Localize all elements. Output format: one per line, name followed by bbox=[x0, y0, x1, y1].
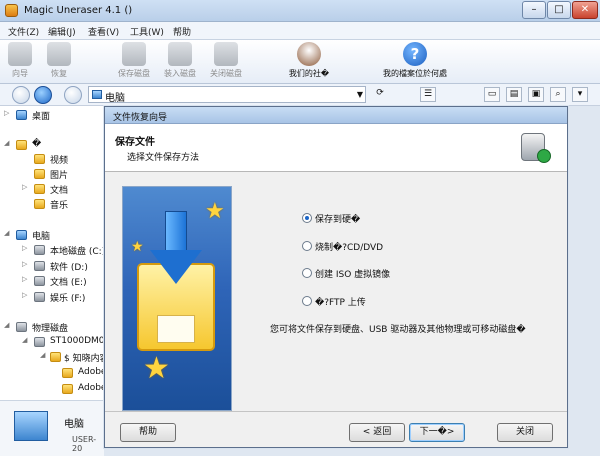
menu-view[interactable]: 查看(V) bbox=[88, 25, 119, 38]
drive-icon bbox=[34, 292, 45, 302]
folder-icon bbox=[62, 384, 73, 394]
window-titlebar: Magic Uneraser 4.1 () – □ ✕ bbox=[0, 0, 600, 22]
header-subtitle: 选择文件保存方法 bbox=[127, 153, 200, 163]
radio-burn-cd[interactable] bbox=[302, 241, 312, 251]
drive-icon bbox=[34, 261, 45, 271]
folder-icon bbox=[50, 352, 61, 362]
star-icon: ★ bbox=[205, 199, 225, 224]
header-title: 保存文件 bbox=[115, 137, 155, 148]
details-subtitle: USER-20 bbox=[72, 435, 97, 453]
recover-tool[interactable]: 恢复 bbox=[45, 42, 73, 79]
pictures-folder-icon bbox=[34, 169, 45, 179]
search-icon[interactable]: ⌕ bbox=[550, 87, 566, 102]
computer-large-icon bbox=[14, 411, 48, 441]
documents-folder-icon bbox=[34, 184, 45, 194]
star-icon: ★ bbox=[131, 239, 144, 255]
close-disk-icon bbox=[214, 42, 238, 66]
close-button[interactable]: 关闭 bbox=[497, 423, 553, 442]
radio-ftp-upload[interactable] bbox=[302, 296, 312, 306]
details-title: 电脑 bbox=[64, 419, 84, 430]
panel-view-icon[interactable]: ▤ bbox=[506, 87, 522, 102]
address-value: 电脑 bbox=[105, 93, 125, 104]
chevron-down-icon[interactable]: ▼ bbox=[357, 90, 363, 99]
option-description: 您可将文件保存到硬盘、USB 驱动器及其他物理或可移动磁盘� bbox=[270, 325, 526, 335]
view-options-icon[interactable]: ☰ bbox=[420, 87, 436, 102]
computer-tree-icon bbox=[16, 230, 27, 240]
wizard-tool[interactable]: 向导 bbox=[6, 42, 34, 79]
help-icon: ? bbox=[403, 42, 427, 66]
folder-tree: ▷ 桌面 ◢ � 视频 图片 ▷ 文档 音乐 ◢ 电脑 ▷ 本地磁盘 (C:) … bbox=[0, 106, 116, 400]
community-tool[interactable]: 我们的社� bbox=[278, 42, 340, 79]
dialog-titlebar: 文件恢复向导 bbox=[105, 107, 567, 124]
minimize-button[interactable]: – bbox=[522, 1, 546, 19]
desktop-icon bbox=[16, 110, 27, 120]
save-icon[interactable]: ▣ bbox=[528, 87, 544, 102]
radio-save-to-disk[interactable] bbox=[302, 213, 312, 223]
help-tool[interactable]: ? 我的檔案位於何處 bbox=[374, 42, 456, 79]
app-icon bbox=[5, 4, 18, 17]
load-disk-icon bbox=[168, 42, 192, 66]
menu-bar: 文件(Z) 编辑(J) 查看(V) 工具(W) 帮助 bbox=[0, 22, 600, 40]
back-button[interactable]: < 返回 bbox=[349, 423, 405, 442]
back-nav-button[interactable] bbox=[12, 86, 30, 104]
music-folder-icon bbox=[34, 199, 45, 209]
dialog-title: 文件恢复向导 bbox=[113, 113, 168, 123]
wizard-illustration: ★ ★ ★ bbox=[122, 186, 232, 411]
drive-save-icon bbox=[519, 131, 553, 165]
dialog-divider bbox=[105, 411, 567, 412]
menu-edit[interactable]: 编辑(J) bbox=[48, 25, 76, 38]
window-title: Magic Uneraser 4.1 () bbox=[24, 5, 133, 16]
recovery-wizard-dialog: 文件恢复向导 保存文件 选择文件保存方法 ★ ★ ★ 保存到硬� 烧制�?CD/… bbox=[104, 106, 568, 448]
close-window-button[interactable]: ✕ bbox=[572, 1, 598, 19]
drive-icon bbox=[34, 245, 45, 255]
next-button[interactable]: 下一�> bbox=[409, 423, 465, 442]
help-button[interactable]: 帮助 bbox=[120, 423, 176, 442]
filter-icon[interactable]: ▾ bbox=[572, 87, 588, 102]
close-disk-tool[interactable]: 关闭磁盘 bbox=[204, 42, 248, 79]
community-icon bbox=[297, 42, 321, 66]
radio-create-iso[interactable] bbox=[302, 268, 312, 278]
user-folder-icon bbox=[16, 140, 27, 150]
videos-folder-icon bbox=[34, 154, 45, 164]
save-disk-tool[interactable]: 保存磁盘 bbox=[112, 42, 156, 79]
physical-disk-icon bbox=[16, 322, 27, 332]
forward-nav-button[interactable] bbox=[34, 86, 52, 104]
star-icon: ★ bbox=[143, 351, 170, 386]
folder-icon bbox=[62, 368, 73, 378]
dialog-header: 保存文件 选择文件保存方法 bbox=[105, 124, 567, 172]
menu-tools[interactable]: 工具(W) bbox=[130, 25, 164, 38]
recover-icon bbox=[47, 42, 71, 66]
refresh-icon[interactable]: ⟳ bbox=[372, 87, 388, 102]
up-nav-button[interactable] bbox=[64, 86, 82, 104]
wizard-icon bbox=[8, 42, 32, 66]
save-disk-icon bbox=[122, 42, 146, 66]
toolbar: 向导 恢复 保存磁盘 装入磁盘 关闭磁盘 我们的社� ? 我的檔案位於何處 bbox=[0, 40, 600, 84]
menu-help[interactable]: 帮助 bbox=[173, 25, 191, 38]
computer-icon bbox=[92, 90, 102, 99]
address-bar: 电脑 ▼ ⟳ ☰ ▭ ▤ ▣ ⌕ ▾ bbox=[0, 84, 600, 106]
details-pane: 电脑 USER-20 bbox=[0, 400, 104, 456]
menu-file[interactable]: 文件(Z) bbox=[8, 25, 39, 38]
disk-view-icon[interactable]: ▭ bbox=[484, 87, 500, 102]
address-field[interactable]: 电脑 ▼ bbox=[88, 86, 366, 104]
drive-icon bbox=[34, 276, 45, 286]
maximize-button[interactable]: □ bbox=[547, 1, 571, 19]
load-disk-tool[interactable]: 装入磁盘 bbox=[158, 42, 202, 79]
hard-disk-icon bbox=[34, 337, 45, 347]
